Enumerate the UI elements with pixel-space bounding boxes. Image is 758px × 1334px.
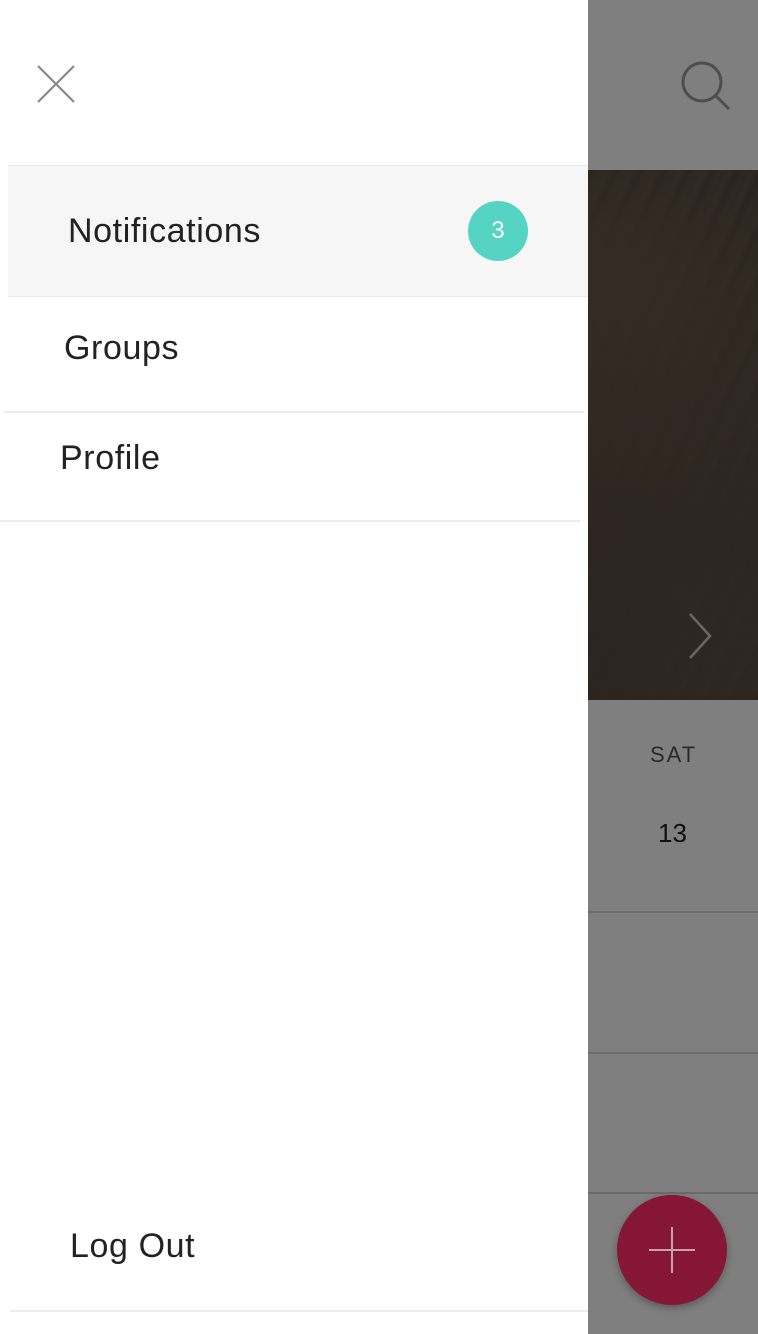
navigation-drawer: Notifications 3 Groups Profile Log Out — [0, 0, 588, 1334]
close-icon[interactable] — [30, 58, 82, 110]
menu-item-groups[interactable]: Groups — [4, 297, 584, 413]
menu-item-label: Notifications — [68, 212, 261, 250]
logout-label: Log Out — [70, 1227, 196, 1265]
menu-item-label: Profile — [60, 439, 161, 477]
menu-item-label: Groups — [64, 329, 180, 367]
logout-button[interactable]: Log Out — [10, 1200, 588, 1312]
add-button[interactable] — [617, 1195, 727, 1305]
plus-icon — [649, 1227, 695, 1273]
app-screen: g! I SAT 2 13 Notifications 3 — [0, 0, 758, 1334]
menu-item-profile[interactable]: Profile — [0, 413, 580, 522]
notification-count-badge: 3 — [468, 201, 528, 261]
menu-item-notifications[interactable]: Notifications 3 — [8, 165, 588, 297]
